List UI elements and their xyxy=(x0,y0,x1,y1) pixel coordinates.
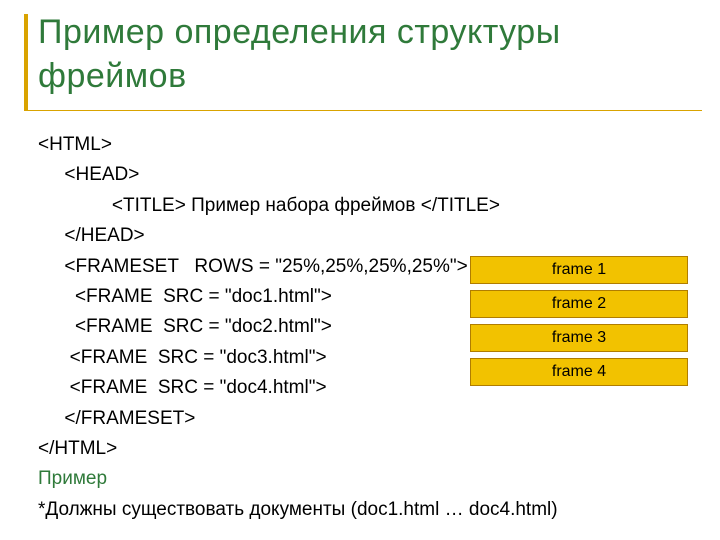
title-underline xyxy=(24,110,702,111)
frame-row: frame 4 xyxy=(470,358,688,386)
code-line: </HTML> xyxy=(38,434,700,464)
code-line: </FRAMESET> xyxy=(38,404,700,434)
code-line: <HTML> xyxy=(38,130,700,160)
frame-row: frame 3 xyxy=(470,324,688,352)
example-label: Пример xyxy=(38,464,700,494)
frame-row: frame 1 xyxy=(470,256,688,284)
accent-bar xyxy=(24,14,28,110)
code-line: </HEAD> xyxy=(38,221,700,251)
code-line: <HEAD> xyxy=(38,160,700,190)
note-line: *Должны существовать документы (doc1.htm… xyxy=(38,495,700,525)
frame-row: frame 2 xyxy=(470,290,688,318)
slide-title: Пример определения структуры фреймов xyxy=(38,10,700,98)
frames-diagram: frame 1 frame 2 frame 3 frame 4 xyxy=(470,256,688,392)
code-line: <TITLE> Пример набора фреймов </TITLE> xyxy=(38,191,700,221)
